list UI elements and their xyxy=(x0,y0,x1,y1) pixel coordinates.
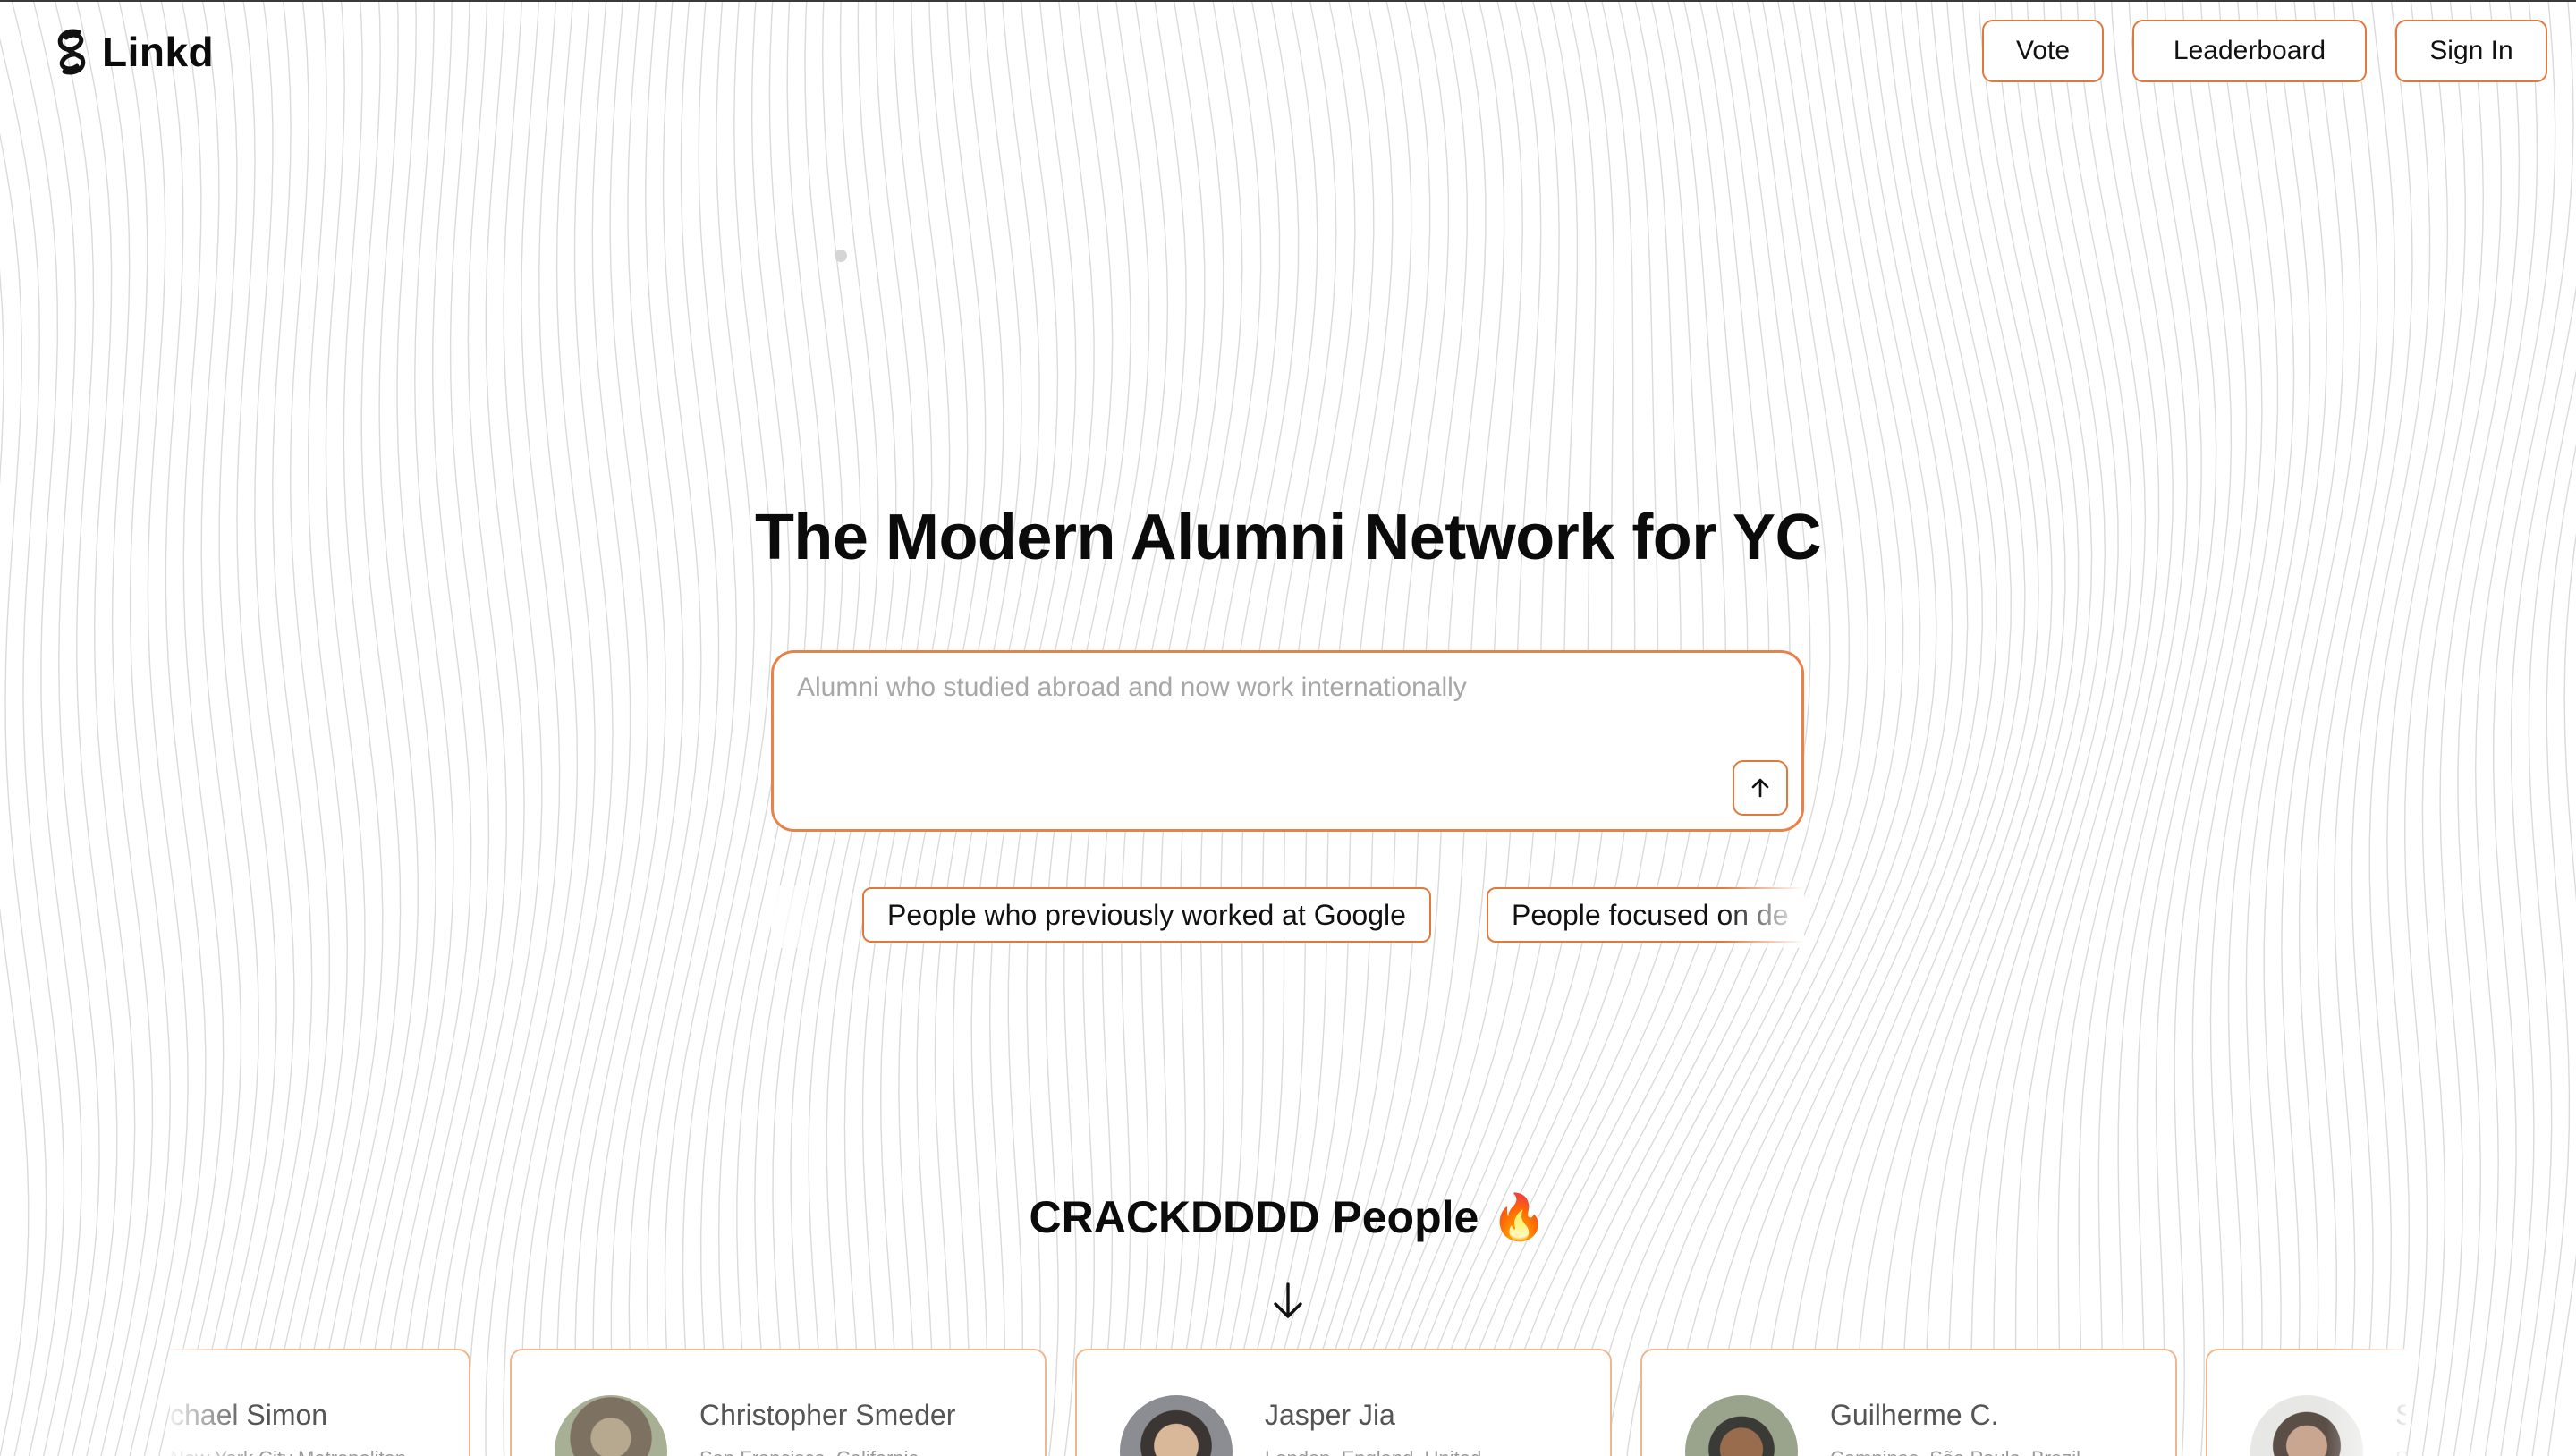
suggestion-chip[interactable]: People who previously worked at Google xyxy=(862,887,1431,943)
avatar xyxy=(555,1395,667,1456)
person-location: London, England, United xyxy=(1265,1447,1481,1456)
avatar xyxy=(1120,1395,1233,1456)
person-card[interactable]: Guilherme C. Campinas, São Paulo, Brazil xyxy=(1640,1349,2177,1456)
search-input[interactable] xyxy=(795,671,1765,782)
search-box xyxy=(771,650,1804,832)
arrow-down-icon xyxy=(1274,1282,1302,1318)
chips-fade-right xyxy=(1724,885,1804,948)
leaderboard-button[interactable]: Leaderboard xyxy=(2132,20,2367,82)
person-location: Campinas, São Paulo, Brazil xyxy=(1830,1447,2080,1456)
person-name: Jasper Jia xyxy=(1265,1399,1395,1431)
people-section-title: CRACKDDDD People 🔥 xyxy=(1029,1192,1547,1242)
brand-name: Linkd xyxy=(102,29,215,75)
arrow-up-icon xyxy=(1751,778,1769,798)
top-navigation: Linkd Vote Leaderboard Sign In xyxy=(0,0,2576,98)
cards-fade-left xyxy=(170,1349,250,1456)
avatar xyxy=(1685,1395,1798,1456)
brand-logo[interactable]: Linkd xyxy=(52,25,214,79)
sign-in-button[interactable]: Sign In xyxy=(2395,20,2547,82)
person-name: Guilherme C. xyxy=(1830,1399,1999,1431)
person-card[interactable]: Jasper Jia London, England, United xyxy=(1075,1349,1612,1456)
person-location: San Francisco, California xyxy=(699,1447,919,1456)
linkd-logo-icon xyxy=(57,29,86,75)
submit-search-button[interactable] xyxy=(1733,760,1788,816)
suggestion-chips: es People who previously worked at Googl… xyxy=(771,885,1804,948)
people-carousel: chael Simon New York City Metropolitan C… xyxy=(170,1349,2406,1456)
vote-button[interactable]: Vote xyxy=(1982,20,2104,82)
page-title: The Modern Alumni Network for YC xyxy=(754,502,1822,573)
person-name: Christopher Smeder xyxy=(699,1399,956,1431)
chips-fade-left xyxy=(771,885,834,948)
cards-fade-right xyxy=(2326,1349,2406,1456)
person-card[interactable]: Christopher Smeder San Francisco, Califo… xyxy=(510,1349,1046,1456)
